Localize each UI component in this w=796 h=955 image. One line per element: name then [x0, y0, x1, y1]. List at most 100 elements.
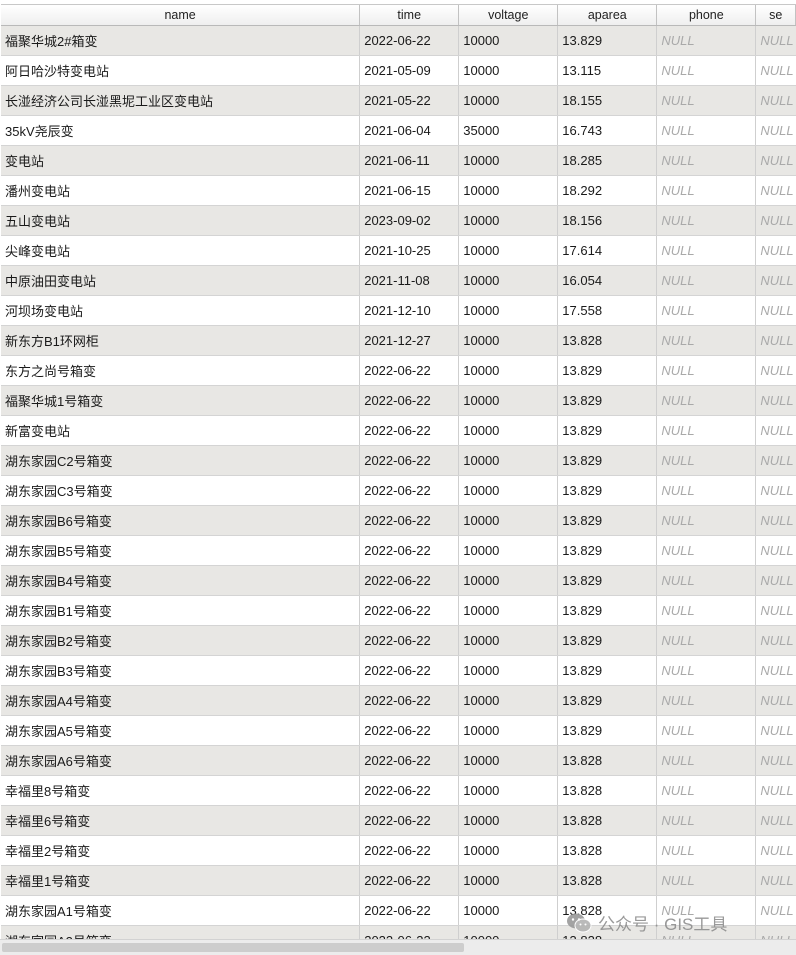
cell-phone[interactable]: NULL: [657, 596, 757, 625]
cell-time[interactable]: 2022-06-22: [360, 476, 460, 505]
cell-aparea[interactable]: 13.829: [558, 26, 658, 55]
cell-phone[interactable]: NULL: [657, 86, 757, 115]
cell-time[interactable]: 2022-06-22: [360, 506, 460, 535]
cell-voltage[interactable]: 35000: [459, 116, 559, 145]
table-row[interactable]: 湖东家园B6号箱变 2022-06-22 10000 13.829 NULL NULL: [1, 506, 796, 536]
cell-voltage[interactable]: 10000: [459, 776, 559, 805]
cell-name[interactable]: 幸福里2号箱变: [1, 836, 361, 865]
cell-voltage[interactable]: 10000: [459, 536, 559, 565]
column-header-se[interactable]: se: [756, 5, 796, 25]
table-row[interactable]: 湖东家园B4号箱变 2022-06-22 10000 13.829 NULL NULL: [1, 566, 796, 596]
cell-aparea[interactable]: 13.828: [558, 326, 658, 355]
cell-se[interactable]: NULL: [756, 176, 796, 205]
cell-phone[interactable]: NULL: [657, 116, 757, 145]
cell-aparea[interactable]: 13.829: [558, 386, 658, 415]
cell-aparea[interactable]: 18.155: [558, 86, 658, 115]
table-row[interactable]: 湖东家园C3号箱变 2022-06-22 10000 13.829 NULL NULL: [1, 476, 796, 506]
cell-phone[interactable]: NULL: [657, 416, 757, 445]
cell-name[interactable]: 湖东家园B5号箱变: [1, 536, 361, 565]
table-row[interactable]: 湖东家园B2号箱变 2022-06-22 10000 13.829 NULL NULL: [1, 626, 796, 656]
cell-voltage[interactable]: 10000: [459, 416, 559, 445]
cell-phone[interactable]: NULL: [657, 146, 757, 175]
table-row[interactable]: 福聚华城1号箱变 2022-06-22 10000 13.829 NULL NULL: [1, 386, 796, 416]
cell-aparea[interactable]: 13.829: [558, 596, 658, 625]
cell-voltage[interactable]: 10000: [459, 926, 559, 939]
cell-voltage[interactable]: 10000: [459, 506, 559, 535]
cell-phone[interactable]: NULL: [657, 56, 757, 85]
table-row[interactable]: 幸福里8号箱变 2022-06-22 10000 13.828 NULL NULL: [1, 776, 796, 806]
column-header-phone[interactable]: phone: [657, 5, 757, 25]
cell-time[interactable]: 2022-06-22: [360, 926, 460, 939]
table-row[interactable]: 河坝场变电站 2021-12-10 10000 17.558 NULL NULL: [1, 296, 796, 326]
cell-phone[interactable]: NULL: [657, 326, 757, 355]
cell-voltage[interactable]: 10000: [459, 146, 559, 175]
table-row[interactable]: 长湴经济公司长湴黑坭工业区变电站 2021-05-22 10000 18.155 NUL…: [1, 86, 796, 116]
cell-name[interactable]: 变电站: [1, 146, 361, 175]
cell-name[interactable]: 35kV尧辰变: [1, 116, 361, 145]
cell-time[interactable]: 2022-06-22: [360, 686, 460, 715]
cell-name[interactable]: 东方之尚号箱变: [1, 356, 361, 385]
table-row[interactable]: 东方之尚号箱变 2022-06-22 10000 13.829 NULL NULL: [1, 356, 796, 386]
cell-phone[interactable]: NULL: [657, 836, 757, 865]
table-row[interactable]: 湖东家园A6号箱变 2022-06-22 10000 13.828 NULL NULL: [1, 746, 796, 776]
cell-phone[interactable]: NULL: [657, 566, 757, 595]
cell-se[interactable]: NULL: [756, 896, 796, 925]
cell-time[interactable]: 2023-09-02: [360, 206, 460, 235]
cell-voltage[interactable]: 10000: [459, 176, 559, 205]
cell-phone[interactable]: NULL: [657, 476, 757, 505]
cell-name[interactable]: 湖东家园C2号箱变: [1, 446, 361, 475]
cell-voltage[interactable]: 10000: [459, 686, 559, 715]
cell-aparea[interactable]: 16.743: [558, 116, 658, 145]
cell-aparea[interactable]: 13.828: [558, 746, 658, 775]
cell-se[interactable]: NULL: [756, 866, 796, 895]
cell-voltage[interactable]: 10000: [459, 896, 559, 925]
column-header-voltage[interactable]: voltage: [459, 5, 559, 25]
cell-se[interactable]: NULL: [756, 806, 796, 835]
cell-name[interactable]: 尖峰变电站: [1, 236, 361, 265]
cell-se[interactable]: NULL: [756, 146, 796, 175]
cell-time[interactable]: 2022-06-22: [360, 836, 460, 865]
table-row[interactable]: 五山变电站 2023-09-02 10000 18.156 NULL NULL: [1, 206, 796, 236]
cell-aparea[interactable]: 13.828: [558, 836, 658, 865]
cell-time[interactable]: 2021-05-09: [360, 56, 460, 85]
cell-se[interactable]: NULL: [756, 716, 796, 745]
cell-time[interactable]: 2022-06-22: [360, 446, 460, 475]
table-row[interactable]: 变电站 2021-06-11 10000 18.285 NULL NULL: [1, 146, 796, 176]
table-row[interactable]: 新东方B1环网柜 2021-12-27 10000 13.828 NULL NULL: [1, 326, 796, 356]
cell-phone[interactable]: NULL: [657, 446, 757, 475]
table-row[interactable]: 幸福里1号箱变 2022-06-22 10000 13.828 NULL NULL: [1, 866, 796, 896]
column-header-name[interactable]: name: [1, 5, 361, 25]
cell-phone[interactable]: NULL: [657, 386, 757, 415]
cell-se[interactable]: NULL: [756, 596, 796, 625]
table-row[interactable]: 湖东家园B5号箱变 2022-06-22 10000 13.829 NULL NULL: [1, 536, 796, 566]
cell-time[interactable]: 2022-06-22: [360, 566, 460, 595]
cell-se[interactable]: NULL: [756, 266, 796, 295]
cell-se[interactable]: NULL: [756, 386, 796, 415]
cell-aparea[interactable]: 13.828: [558, 776, 658, 805]
cell-time[interactable]: 2022-06-22: [360, 536, 460, 565]
cell-name[interactable]: 福聚华城1号箱变: [1, 386, 361, 415]
cell-time[interactable]: 2022-06-22: [360, 716, 460, 745]
cell-voltage[interactable]: 10000: [459, 716, 559, 745]
cell-se[interactable]: NULL: [756, 746, 796, 775]
cell-se[interactable]: NULL: [756, 686, 796, 715]
cell-aparea[interactable]: 13.829: [558, 566, 658, 595]
cell-name[interactable]: 湖东家园A6号箱变: [1, 746, 361, 775]
table-row[interactable]: 中原油田变电站 2021-11-08 10000 16.054 NULL NULL: [1, 266, 796, 296]
table-row[interactable]: 潘州变电站 2021-06-15 10000 18.292 NULL NULL: [1, 176, 796, 206]
cell-voltage[interactable]: 10000: [459, 566, 559, 595]
table-row[interactable]: 湖东家园C2号箱变 2022-06-22 10000 13.829 NULL NULL: [1, 446, 796, 476]
cell-se[interactable]: NULL: [756, 236, 796, 265]
cell-phone[interactable]: NULL: [657, 266, 757, 295]
cell-aparea[interactable]: 13.829: [558, 686, 658, 715]
cell-time[interactable]: 2022-06-22: [360, 416, 460, 445]
cell-se[interactable]: NULL: [756, 446, 796, 475]
cell-name[interactable]: 湖东家园A1号箱变: [1, 896, 361, 925]
cell-name[interactable]: 五山变电站: [1, 206, 361, 235]
cell-se[interactable]: NULL: [756, 86, 796, 115]
cell-aparea[interactable]: 13.829: [558, 716, 658, 745]
table-row[interactable]: 幸福里2号箱变 2022-06-22 10000 13.828 NULL NULL: [1, 836, 796, 866]
cell-time[interactable]: 2021-06-15: [360, 176, 460, 205]
cell-aparea[interactable]: 16.054: [558, 266, 658, 295]
cell-name[interactable]: 阿日哈沙特变电站: [1, 56, 361, 85]
